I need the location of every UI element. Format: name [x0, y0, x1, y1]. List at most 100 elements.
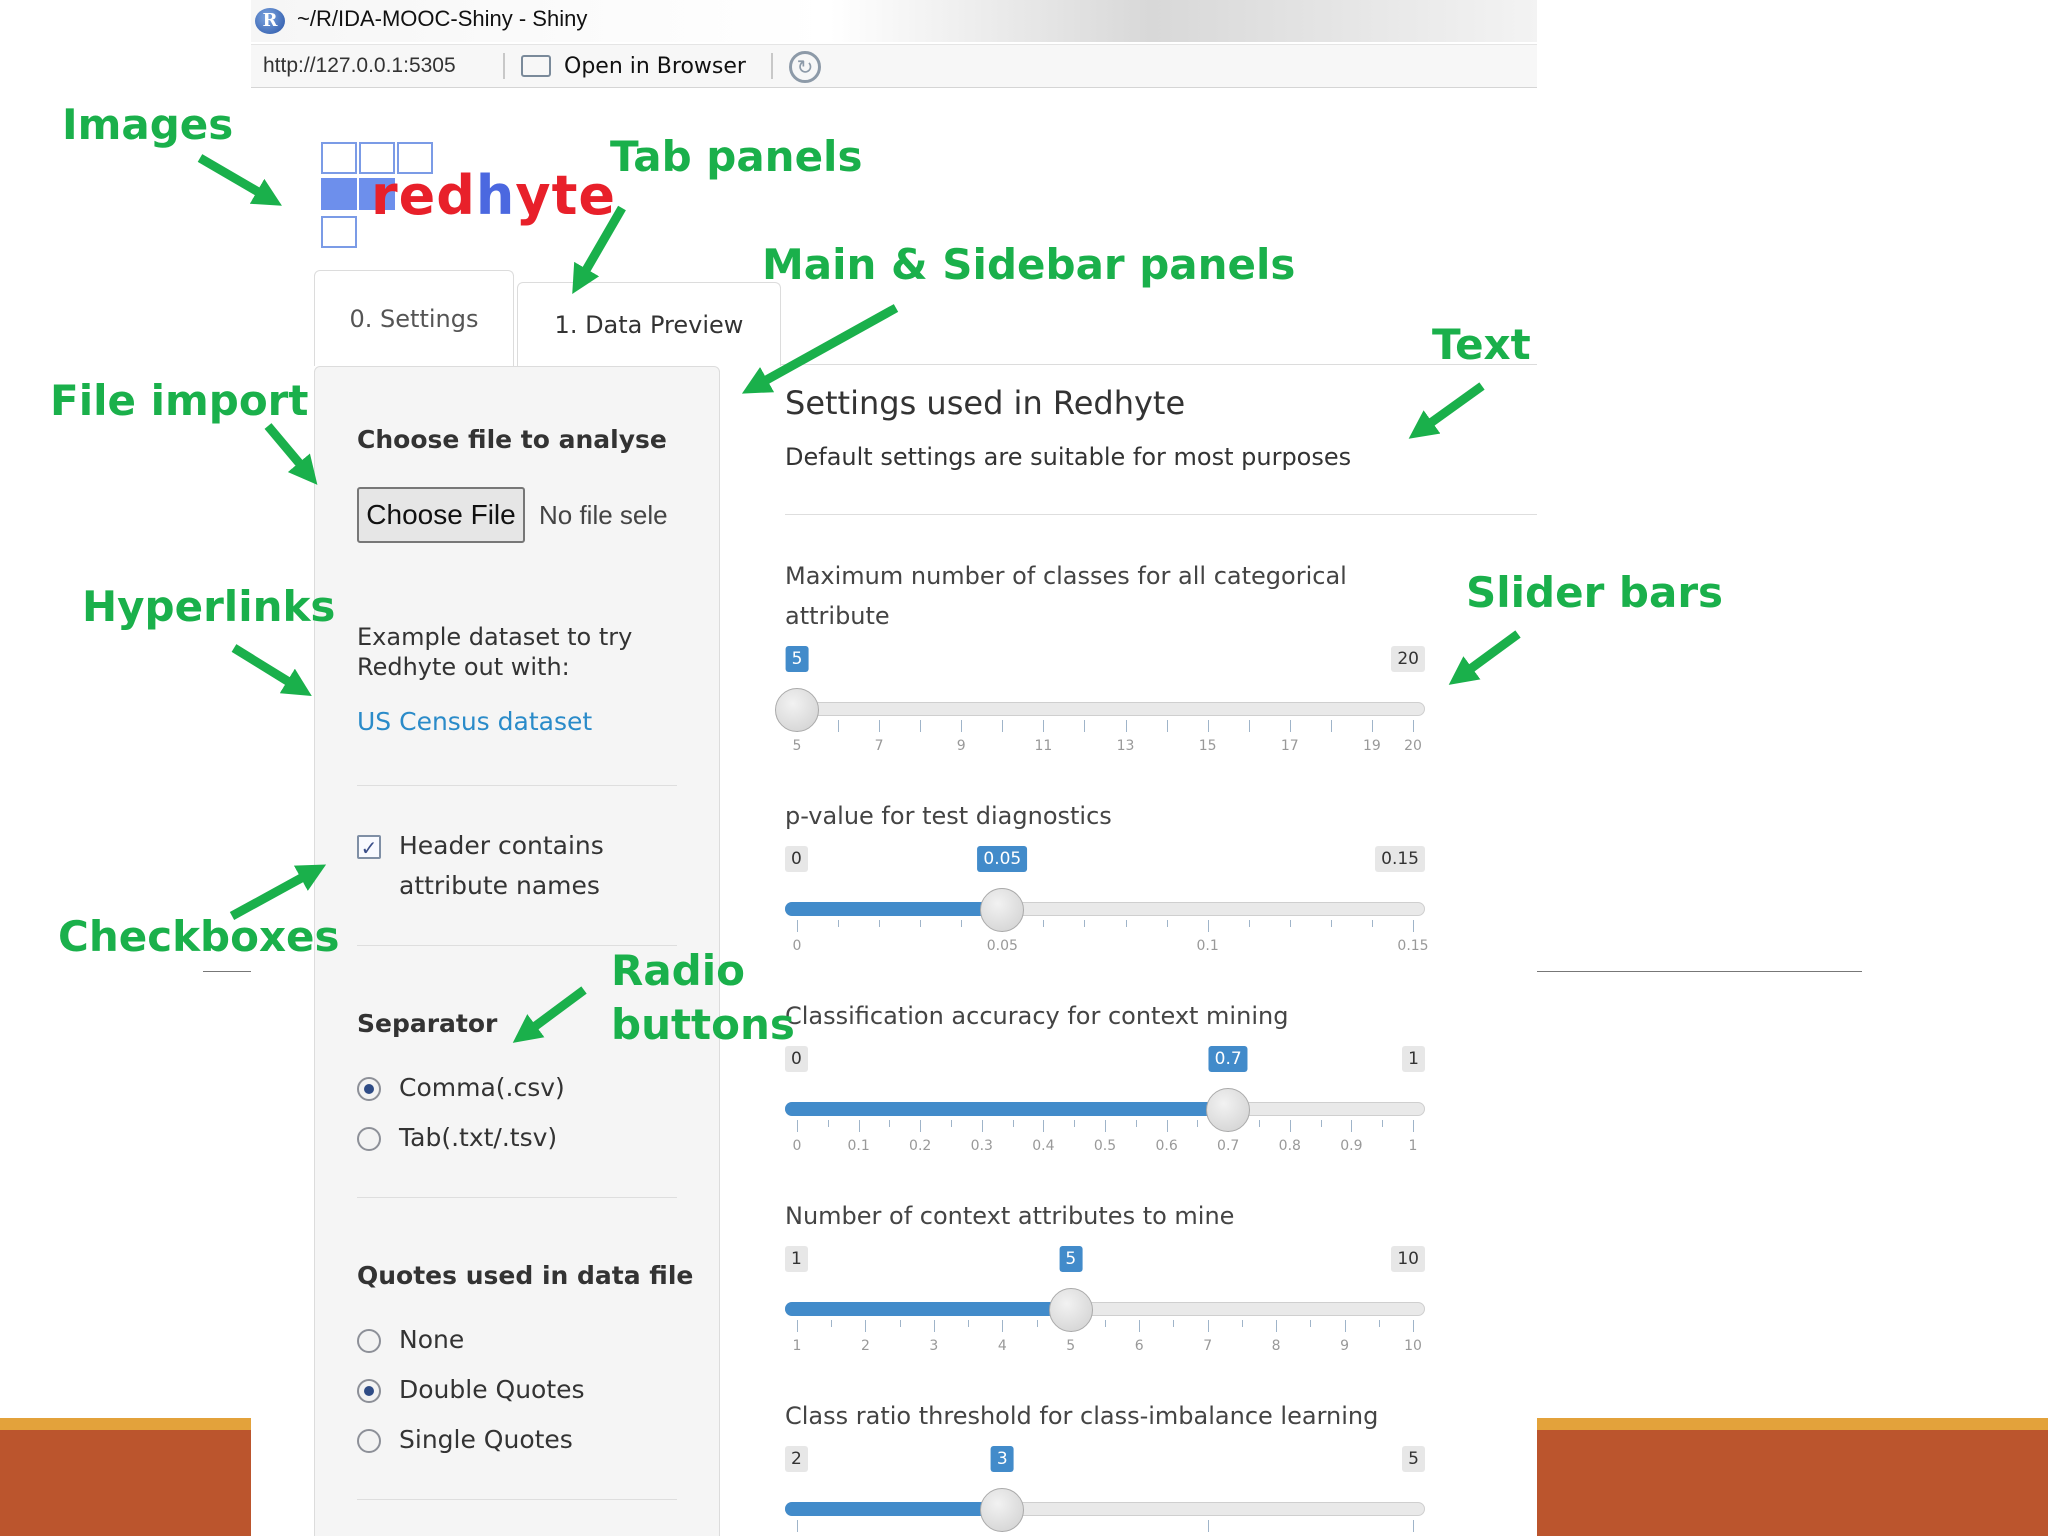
- slider-tick: [831, 1320, 833, 1327]
- slider-tick-label: 13: [1116, 738, 1135, 754]
- main-divider: [785, 514, 1537, 515]
- tab-settings[interactable]: 0. Settings: [314, 270, 514, 366]
- section-divider: [357, 785, 677, 786]
- slider-max-badge: 20: [1391, 646, 1425, 672]
- slider-tick: [1125, 720, 1127, 732]
- radio-tab[interactable]: [357, 1127, 381, 1151]
- choose-file-button[interactable]: Choose File: [357, 487, 525, 543]
- slider-tick: [920, 1120, 922, 1132]
- slider-max-badge: 10: [1391, 1246, 1425, 1272]
- section-divider: [357, 1197, 677, 1198]
- slider-tick: [865, 1320, 867, 1332]
- slider-tick: [1012, 1120, 1014, 1127]
- header-checkbox[interactable]: ✓: [357, 835, 381, 859]
- annotation-tab-panels: Tab panels: [610, 132, 863, 181]
- annotation-main-sidebar: Main & Sidebar panels: [762, 240, 1296, 289]
- toolbar-separator: [503, 53, 505, 79]
- slider-tick: [1139, 1320, 1141, 1332]
- radio-none[interactable]: [357, 1329, 381, 1353]
- slider-p-value-label: p-value for test diagnostics: [785, 802, 1112, 830]
- file-input-heading: Choose file to analyse: [357, 425, 667, 454]
- slider-tick-label: 0.1: [847, 1138, 870, 1154]
- slider-tick: [1002, 720, 1004, 732]
- slider-tick-label: 0.15: [1397, 938, 1429, 954]
- census-dataset-link[interactable]: US Census dataset: [357, 707, 592, 736]
- slider-tick: [1351, 1120, 1353, 1132]
- slider-value-badge: 5: [785, 646, 809, 672]
- slider-context-attributes[interactable]: 1 2 3 4 5 6 7 8 9 10 1 10 5: [785, 1244, 1425, 1354]
- slider-min-badge: 0: [785, 846, 808, 872]
- slider-tick: [1207, 920, 1209, 932]
- slider-tick: [1002, 1320, 1004, 1332]
- slider-tick: [1207, 1320, 1209, 1332]
- slider-tick: [961, 920, 963, 927]
- slider-value-badge: 5: [1059, 1246, 1083, 1272]
- slider-tick: [1135, 1120, 1137, 1127]
- slider-handle[interactable]: [980, 1488, 1025, 1532]
- browser-icon[interactable]: [521, 55, 551, 77]
- slider-tick-label: 19: [1363, 738, 1381, 754]
- annotation-slider-bars: Slider bars: [1466, 568, 1724, 617]
- slider-handle[interactable]: [1048, 1288, 1093, 1332]
- footer-band-left: [0, 1430, 251, 1536]
- radio-comma[interactable]: [357, 1077, 381, 1101]
- slider-max-badge: 5: [1402, 1446, 1425, 1472]
- slider-p-value[interactable]: 0 0.05 0.1 0.15 0 0.15 0.05: [785, 844, 1429, 954]
- slider-track[interactable]: [785, 702, 1425, 716]
- slider-fill: [785, 1102, 1229, 1116]
- slider-tick: [1413, 920, 1414, 932]
- slider-value-badge: 0.7: [1208, 1046, 1248, 1072]
- slider-tick: [1125, 920, 1127, 927]
- slider-class-ratio-label: Class ratio threshold for class-imbalanc…: [785, 1402, 1379, 1430]
- slider-class-ratio[interactable]: 2 5 3: [785, 1444, 1425, 1536]
- checkmark-icon: ✓: [360, 836, 378, 860]
- slider-tick-label: 7: [1203, 1338, 1213, 1354]
- url-text[interactable]: http://127.0.0.1:5305: [263, 54, 456, 78]
- annotation-file-import: File import: [50, 376, 309, 425]
- footer-accent-left: [0, 1418, 251, 1430]
- slider-tick: [1413, 1320, 1414, 1332]
- open-in-browser-button[interactable]: Open in Browser: [564, 54, 746, 79]
- slider-tick: [1413, 1520, 1414, 1532]
- slider-tick-label: 0.7: [1217, 1138, 1240, 1154]
- radio-single-quotes[interactable]: [357, 1429, 381, 1453]
- slider-tick-label: 0.9: [1340, 1138, 1363, 1154]
- slider-tick: [1289, 1120, 1291, 1132]
- slider-handle[interactable]: [1206, 1088, 1251, 1132]
- slider-tick-label: 10: [1404, 1338, 1422, 1354]
- title-bar: R ~/R/IDA-MOOC-Shiny - Shiny: [251, 0, 1537, 42]
- slider-tick-label: 0.05: [986, 938, 1018, 954]
- example-text-line2: Redhyte out with:: [357, 653, 570, 681]
- slider-classification-accuracy[interactable]: 0 0.1 0.2 0.3 0.4 0.5 0.6 0.7 0.8 0.9 1 0 1 0.7: [785, 1044, 1425, 1154]
- slider-tick: [920, 920, 922, 927]
- slider-tick-label: 0.8: [1278, 1138, 1301, 1154]
- slider-tick: [1241, 1320, 1243, 1327]
- slider-tick: [961, 720, 963, 732]
- slider-tick: [889, 1120, 891, 1127]
- slider-handle[interactable]: [980, 888, 1025, 932]
- slider-tick-label: 9: [956, 738, 966, 754]
- radio-double-quotes-label: Double Quotes: [399, 1375, 585, 1404]
- refresh-icon[interactable]: ↻: [789, 51, 821, 83]
- slider-tick: [1378, 1320, 1380, 1327]
- radio-double-quotes[interactable]: [357, 1379, 381, 1403]
- slider-tick: [1371, 720, 1373, 732]
- slider-tick: [1310, 1320, 1312, 1327]
- tab-data-preview[interactable]: 1. Data Preview: [517, 282, 781, 366]
- annotation-text: Text: [1432, 320, 1531, 369]
- slider-tick: [1074, 1120, 1076, 1127]
- slider-tick: [920, 720, 922, 732]
- slider-tick-label: 0.4: [1032, 1138, 1055, 1154]
- slider-max-classes[interactable]: 5 7 9 11 13 15 17 19 20 20 5: [775, 644, 1425, 754]
- slider-tick-label: 9: [1340, 1338, 1350, 1354]
- slider-tick: [1382, 1120, 1384, 1127]
- slider-tick-label: 0: [792, 1138, 802, 1154]
- slider-tick-label: 6: [1134, 1338, 1144, 1354]
- separator-heading: Separator: [357, 1009, 498, 1038]
- slider-tick: [797, 1520, 798, 1532]
- slider-tick: [1084, 920, 1086, 927]
- slider-tick-label: 3: [929, 1338, 939, 1354]
- slider-tick-label: 0.6: [1155, 1138, 1178, 1154]
- toolbar-separator: [771, 53, 773, 79]
- slider-handle[interactable]: [775, 688, 819, 732]
